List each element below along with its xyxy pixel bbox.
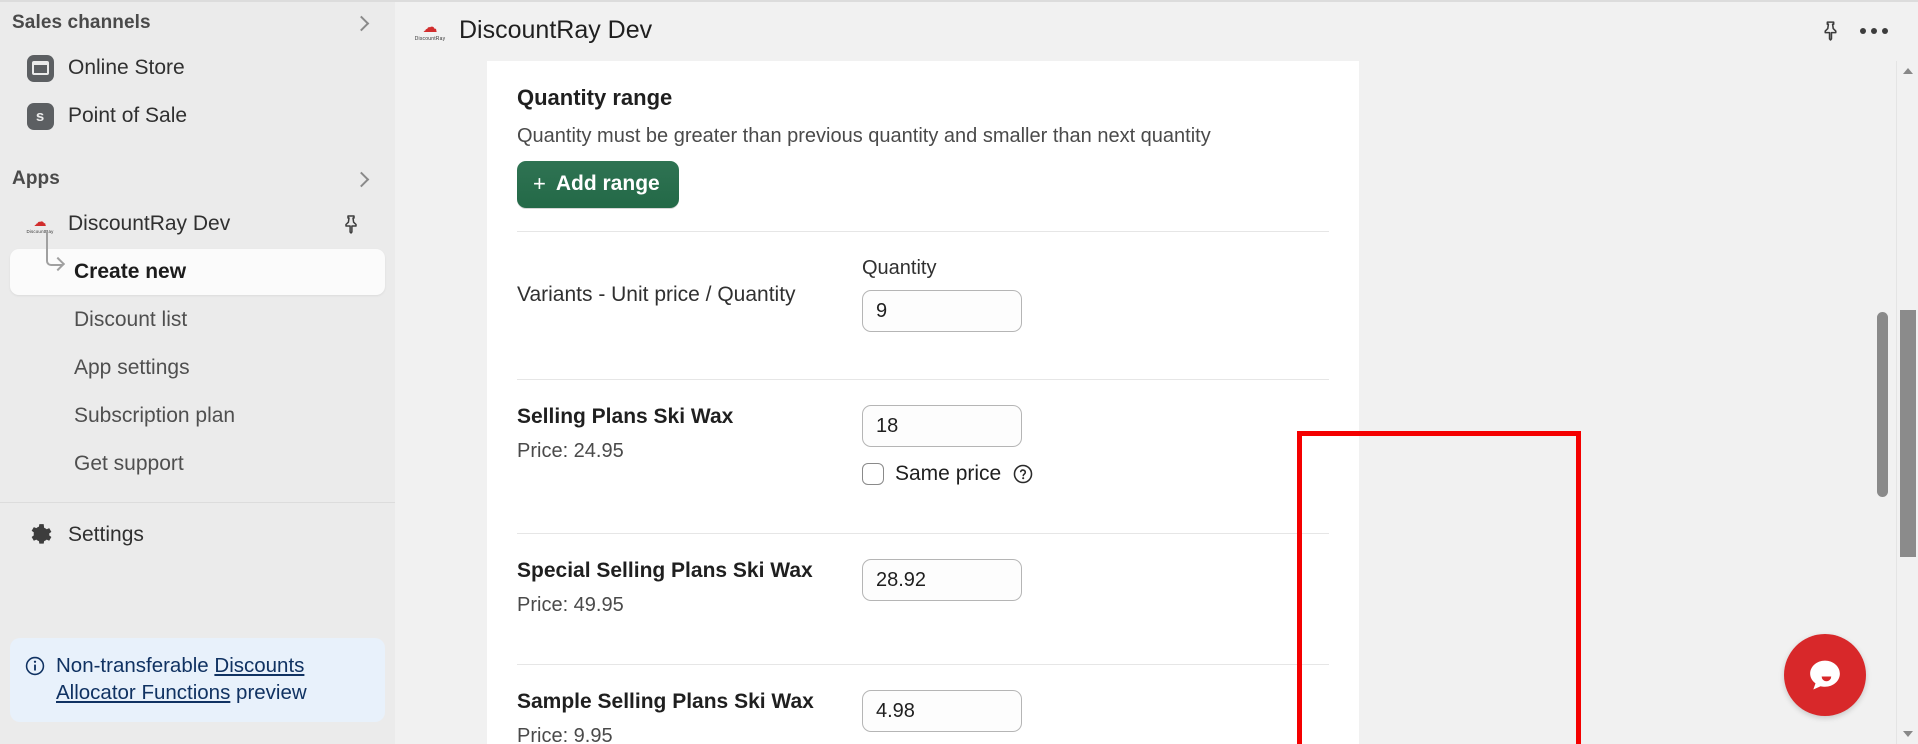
sidebar-item-app-settings[interactable]: App settings <box>10 345 385 391</box>
sidebar-item-label: Discount list <box>74 308 188 331</box>
sidebar-item-label: DiscountRay Dev <box>68 212 231 235</box>
chat-bubble-icon <box>1810 660 1840 690</box>
ellipsis-horizontal-icon[interactable] <box>1852 11 1896 51</box>
page-title: DiscountRay Dev <box>459 16 653 44</box>
sidebar-item-discountray-dev[interactable]: ☁ DiscountRay DiscountRay Dev <box>10 201 385 247</box>
section-title: Quantity range <box>517 85 673 110</box>
variants-row: Variants - Unit price / Quantity Quantit… <box>517 232 1329 356</box>
add-range-label: Add range <box>555 172 660 195</box>
variants-label: Variants - Unit price / Quantity <box>517 283 796 306</box>
scroll-down-arrow-icon[interactable] <box>1903 731 1913 737</box>
sidebar-item-label: Point of Sale <box>68 104 188 127</box>
storefront-icon <box>22 54 58 82</box>
chat-widget-button[interactable] <box>1784 634 1866 716</box>
sidebar-item-point-of-sale[interactable]: s Point of Sale <box>10 93 385 139</box>
same-price-checkbox[interactable] <box>862 463 884 485</box>
content-scrollbar[interactable] <box>1872 122 1892 744</box>
sidebar-divider <box>0 502 395 503</box>
chevron-right-icon[interactable] <box>353 171 370 187</box>
scroll-content: Quantity range Quantity must be greater … <box>395 61 1918 744</box>
sidebar-section-sales-channels[interactable]: Sales channels <box>0 2 395 44</box>
banner-text-before: Non-transferable <box>56 654 215 677</box>
plus-icon: + <box>533 171 546 196</box>
sidebar-section-apps[interactable]: Apps <box>0 158 395 200</box>
window-top-border <box>0 0 1918 2</box>
browser-scrollbar[interactable] <box>1896 61 1918 744</box>
app-header: ☁ DiscountRay DiscountRay Dev <box>395 0 1918 61</box>
sidebar-item-label: Settings <box>68 523 144 546</box>
apps-title: Apps <box>12 168 60 189</box>
browser-scrollbar-thumb[interactable] <box>1900 310 1916 557</box>
product-name: Sample Selling Plans Ski Wax <box>517 690 814 713</box>
sidebar-item-label: App settings <box>74 356 190 379</box>
unit-price-input[interactable] <box>862 690 1022 732</box>
pin-icon[interactable] <box>341 213 361 235</box>
table-row: Sample Selling Plans Ski Wax Price: 9.95 <box>517 665 1329 744</box>
sidebar-item-label: Create new <box>74 260 187 283</box>
same-price-label: Same price <box>895 462 1002 485</box>
chevron-right-icon[interactable] <box>353 15 370 31</box>
shopify-bag-icon: s <box>22 102 58 130</box>
sidebar-item-subscription-plan[interactable]: Subscription plan <box>10 393 385 439</box>
quantity-input[interactable] <box>862 290 1022 332</box>
sidebar: Sales channels Online Store s Point of S… <box>0 0 395 744</box>
sidebar-item-get-support[interactable]: Get support <box>10 441 385 487</box>
preview-banner: Non-transferable Discounts Allocator Fun… <box>10 638 385 722</box>
info-circle-icon <box>24 655 46 706</box>
question-circle-icon[interactable] <box>1012 463 1034 485</box>
settings-card: Quantity range Quantity must be greater … <box>487 61 1359 744</box>
banner-text: Non-transferable Discounts Allocator Fun… <box>56 652 369 706</box>
unit-price-input[interactable] <box>862 405 1022 447</box>
sidebar-item-label: Get support <box>74 452 184 475</box>
scroll-up-arrow-icon[interactable] <box>1903 68 1913 74</box>
sidebar-item-label: Subscription plan <box>74 404 236 427</box>
quantity-field-label: Quantity <box>862 257 937 279</box>
content-scrollbar-thumb[interactable] <box>1877 312 1888 497</box>
sidebar-item-online-store[interactable]: Online Store <box>10 45 385 91</box>
sub-branch-arrow-icon <box>46 232 62 266</box>
product-price: Price: 24.95 <box>517 440 624 462</box>
sidebar-item-label: Online Store <box>68 56 185 79</box>
gear-icon <box>22 522 58 548</box>
discountray-logo-icon: ☁ DiscountRay <box>414 18 446 42</box>
main-area: ☁ DiscountRay DiscountRay Dev Quantity r… <box>395 0 1918 744</box>
product-price: Price: 9.95 <box>517 725 613 744</box>
unit-price-input[interactable] <box>862 559 1022 601</box>
add-range-button[interactable]: + Add range <box>517 161 679 208</box>
sidebar-item-settings[interactable]: Settings <box>10 512 385 558</box>
sidebar-item-discount-list[interactable]: Discount list <box>10 297 385 343</box>
banner-text-after: preview <box>230 681 307 704</box>
product-price: Price: 49.95 <box>517 594 624 616</box>
section-description: Quantity must be greater than previous q… <box>517 125 1211 147</box>
same-price-row: Same price <box>862 462 1329 486</box>
sales-channels-title: Sales channels <box>12 12 151 33</box>
table-row: Selling Plans Ski Wax Price: 24.95 Same … <box>517 380 1329 510</box>
table-row: Special Selling Plans Ski Wax Price: 49.… <box>517 534 1329 641</box>
app-window: Sales channels Online Store s Point of S… <box>0 0 1918 744</box>
product-name: Selling Plans Ski Wax <box>517 405 734 428</box>
sidebar-item-create-new[interactable]: Create new <box>10 232 385 295</box>
product-name: Special Selling Plans Ski Wax <box>517 559 813 582</box>
pin-icon[interactable] <box>1808 11 1852 51</box>
